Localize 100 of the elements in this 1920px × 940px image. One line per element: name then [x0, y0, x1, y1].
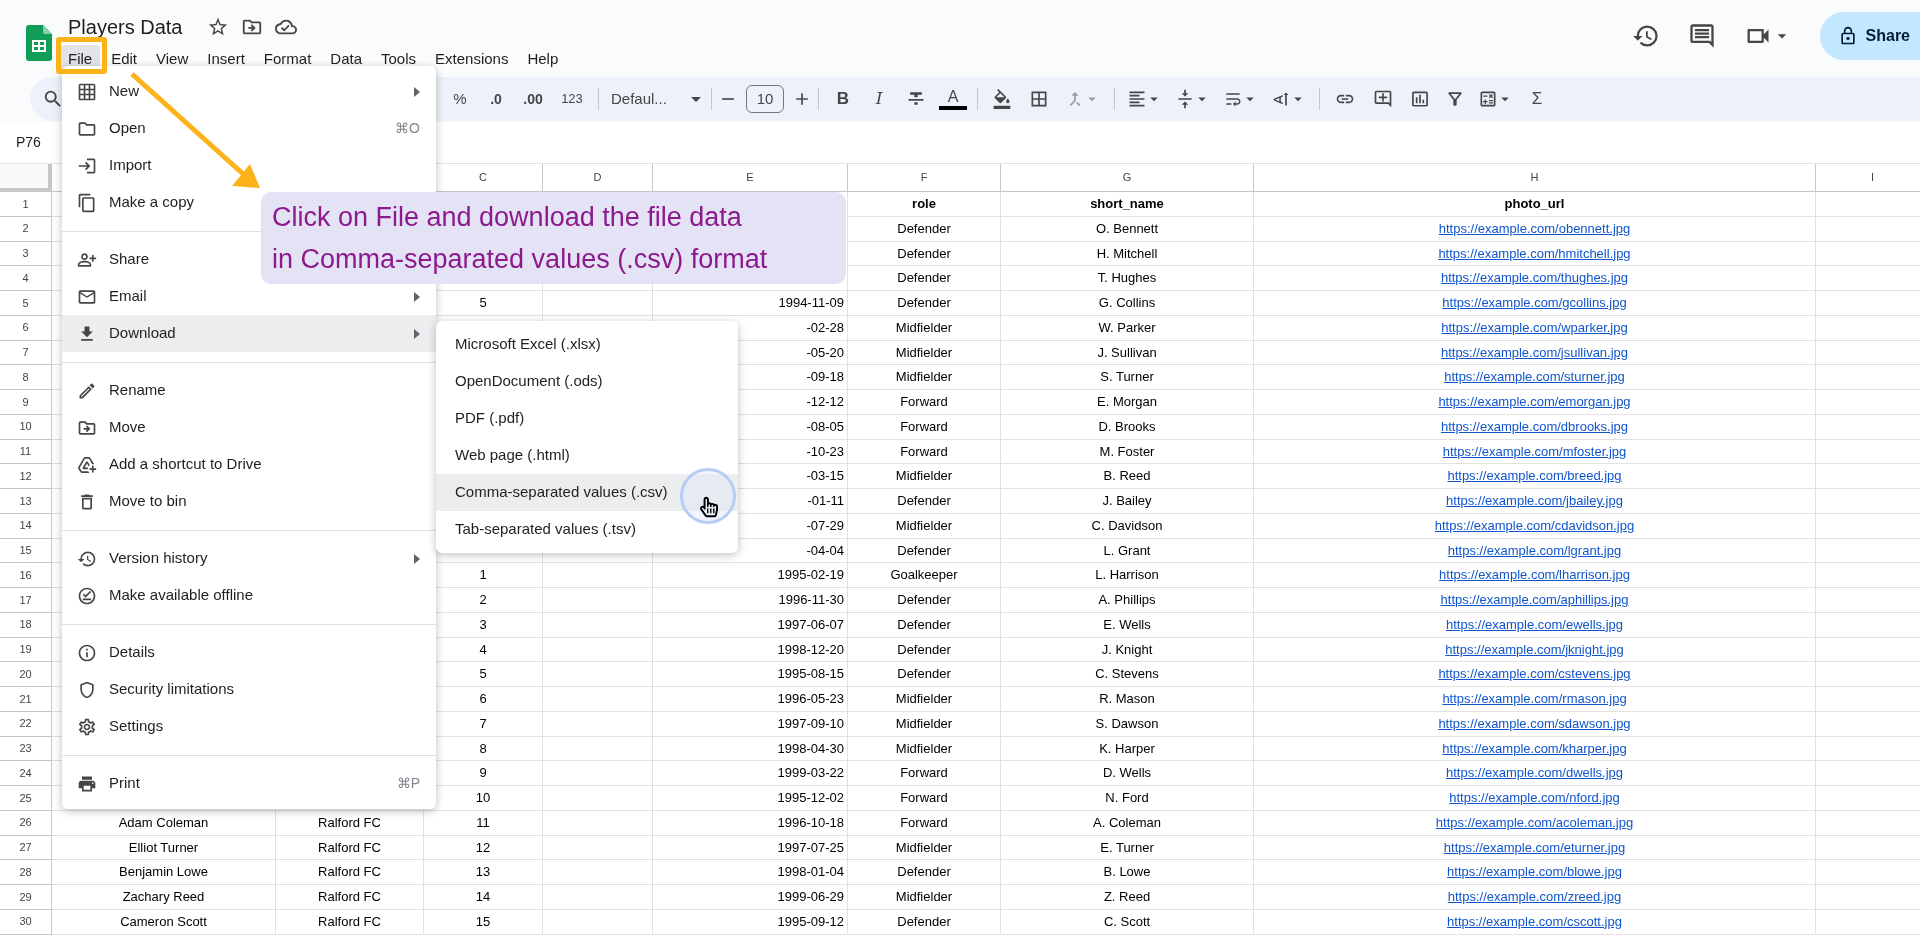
font-dropdown[interactable]: Defaul... — [605, 87, 705, 111]
row-number[interactable]: 18 — [0, 612, 52, 638]
link[interactable]: https://example.com/rmason.jpg — [1442, 689, 1627, 709]
link[interactable]: https://example.com/gcollins.jpg — [1442, 293, 1627, 313]
link[interactable]: https://example.com/hmitchell.jpg — [1438, 243, 1631, 264]
share-button[interactable]: Share — [1819, 12, 1920, 60]
row-number[interactable]: 29 — [0, 885, 52, 910]
row-number[interactable]: 16 — [0, 563, 52, 588]
link[interactable]: https://example.com/acoleman.jpg — [1435, 812, 1634, 833]
link[interactable]: https://example.com/wparker.jpg — [1441, 317, 1628, 338]
link[interactable]: https://example.com/jknight.jpg — [1445, 639, 1624, 660]
percent-format-button[interactable]: % — [442, 87, 478, 111]
link[interactable]: https://example.com/cscott.jpg — [1447, 911, 1622, 932]
menu-item[interactable]: Comma-separated values (.csv) — [436, 474, 738, 511]
dropdown-caret-icon — [691, 96, 701, 102]
row-number[interactable]: 1 — [0, 192, 52, 217]
link[interactable]: https://example.com/nford.jpg — [1449, 788, 1620, 808]
row-number[interactable]: 17 — [0, 588, 52, 613]
vertical-align-icon[interactable] — [1175, 89, 1195, 109]
table-cell: Goalkeeper — [848, 563, 1001, 588]
row-number[interactable]: 24 — [0, 761, 52, 786]
chart-icon[interactable] — [1410, 89, 1430, 109]
comment-icon[interactable] — [1687, 22, 1716, 50]
link[interactable]: https://example.com/mfoster.jpg — [1442, 441, 1627, 462]
add-comment-icon[interactable] — [1373, 89, 1393, 109]
link[interactable]: https://example.com/eturner.jpg — [1443, 837, 1626, 858]
menu-bar-item[interactable]: Help — [519, 45, 567, 74]
link[interactable]: https://example.com/sdawson.jpg — [1438, 713, 1631, 734]
paint-bucket-icon[interactable] — [992, 89, 1012, 109]
link[interactable]: https://example.com/dbrooks.jpg — [1440, 416, 1629, 437]
menu-bar-item[interactable]: Extensions — [427, 45, 517, 74]
increase-decimals-button[interactable]: .00 — [514, 88, 552, 110]
text-color-button[interactable]: A — [939, 88, 967, 110]
menu-item[interactable]: Rename — [62, 372, 436, 409]
row-number[interactable]: 8 — [0, 365, 52, 390]
link[interactable]: https://example.com/aphillips.jpg — [1440, 590, 1629, 610]
row-number[interactable]: 7 — [0, 340, 52, 366]
column-header[interactable]: G — [1001, 164, 1254, 192]
link[interactable]: https://example.com/breed.jpg — [1447, 466, 1622, 486]
row-number[interactable]: 13 — [0, 489, 52, 514]
menu-item[interactable]: Move to bin — [62, 483, 436, 520]
document-title[interactable]: Players Data — [68, 12, 183, 42]
row-number[interactable]: 23 — [0, 736, 52, 762]
row-number[interactable]: 27 — [0, 835, 52, 861]
row-number[interactable]: 9 — [0, 390, 52, 415]
link[interactable]: https://example.com/lgrant.jpg — [1447, 540, 1622, 561]
link[interactable]: https://example.com/kharper.jpg — [1442, 738, 1627, 759]
sheets-logo[interactable] — [26, 25, 52, 61]
link[interactable]: https://example.com/thughes.jpg — [1440, 268, 1629, 288]
link[interactable]: https://example.com/cdavidson.jpg — [1434, 515, 1635, 536]
functions-button[interactable]: Σ — [1520, 86, 1554, 112]
row-number[interactable]: 11 — [0, 439, 52, 465]
menu-item[interactable]: New — [62, 73, 436, 110]
link[interactable]: https://example.com/sturner.jpg — [1444, 367, 1625, 387]
row-number[interactable]: 15 — [0, 538, 52, 564]
italic-button[interactable]: I — [861, 86, 897, 112]
link[interactable]: https://example.com/cstevens.jpg — [1438, 664, 1631, 684]
row-number[interactable]: 28 — [0, 860, 52, 885]
row-number[interactable]: 3 — [0, 241, 52, 267]
star-icon[interactable] — [206, 16, 229, 38]
row-number[interactable]: 22 — [0, 711, 52, 737]
row-number[interactable]: 21 — [0, 687, 52, 712]
row-number[interactable]: 30 — [0, 909, 52, 935]
menu-item[interactable]: Move — [62, 409, 436, 446]
row-number[interactable]: 25 — [0, 786, 52, 811]
column-header[interactable]: F — [848, 164, 1001, 192]
align-icon[interactable] — [1127, 89, 1147, 109]
row-number[interactable]: 20 — [0, 662, 52, 687]
decrease-decimals-button[interactable]: .0 — [478, 88, 514, 110]
menu-item[interactable]: Download — [62, 315, 436, 352]
link[interactable]: https://example.com/jsullivan.jpg — [1440, 342, 1629, 363]
row-number[interactable]: 19 — [0, 637, 52, 663]
link[interactable]: https://example.com/obennett.jpg — [1438, 218, 1631, 239]
row-number[interactable]: 14 — [0, 513, 52, 539]
borders-icon[interactable] — [1029, 89, 1049, 109]
link[interactable]: https://example.com/blowe.jpg — [1447, 862, 1622, 882]
link[interactable]: https://example.com/dwells.jpg — [1446, 763, 1623, 783]
font-size-field[interactable]: 10 — [746, 85, 784, 113]
row-number[interactable]: 10 — [0, 414, 52, 440]
column-header[interactable]: H — [1254, 164, 1816, 192]
number-format-button[interactable]: 123 — [552, 89, 592, 109]
link[interactable]: https://example.com/jbailey.jpg — [1446, 491, 1623, 511]
cell-reference[interactable]: P76 — [16, 132, 41, 153]
row-number[interactable]: 4 — [0, 266, 52, 291]
search-icon[interactable] — [42, 88, 64, 110]
column-header[interactable]: I — [1816, 164, 1920, 192]
row-number[interactable]: 12 — [0, 464, 52, 489]
table-cell: 11 — [424, 810, 543, 836]
row-number[interactable]: 6 — [0, 315, 52, 341]
link[interactable]: https://example.com/emorgan.jpg — [1438, 392, 1631, 412]
link[interactable]: https://example.com/ewells.jpg — [1446, 614, 1623, 635]
bold-button[interactable]: B — [825, 86, 861, 112]
row-number[interactable]: 2 — [0, 216, 52, 242]
link[interactable]: https://example.com/lharrison.jpg — [1439, 565, 1630, 585]
menu-item[interactable]: Open ⌘O — [62, 110, 436, 147]
link[interactable]: https://example.com/zreed.jpg — [1447, 887, 1622, 907]
calculator-icon[interactable] — [1478, 89, 1498, 109]
row-number[interactable]: 26 — [0, 810, 52, 836]
menu-item[interactable]: Add a shortcut to Drive — [62, 446, 436, 483]
row-number[interactable]: 5 — [0, 291, 52, 316]
